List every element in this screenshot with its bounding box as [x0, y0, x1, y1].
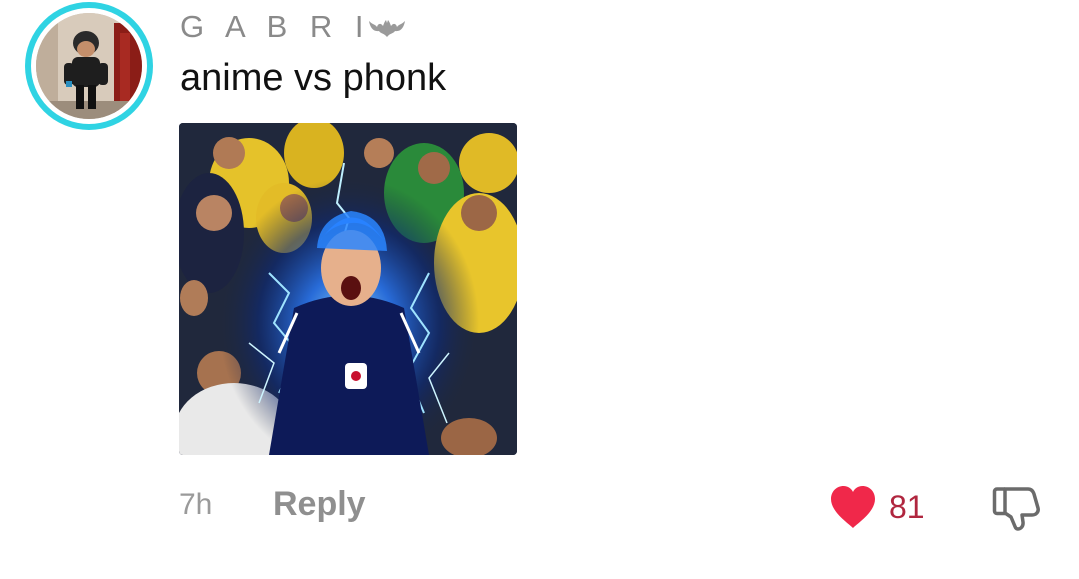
- avatar-image: [36, 13, 142, 119]
- thumbs-down-icon: [992, 487, 1040, 531]
- heart-icon: [828, 484, 878, 530]
- comment-text: anime vs phonk: [180, 57, 447, 99]
- username-row: G A B R I: [180, 9, 407, 45]
- avatar[interactable]: [36, 13, 142, 119]
- like-button[interactable]: 81: [828, 482, 925, 532]
- dislike-button[interactable]: [990, 484, 1044, 532]
- username[interactable]: G A B R I: [180, 9, 371, 45]
- like-count: 81: [889, 488, 925, 525]
- avatar-ring[interactable]: [25, 2, 153, 130]
- comment-image-art: [179, 123, 517, 455]
- reply-button[interactable]: Reply: [273, 485, 366, 524]
- comment-image[interactable]: [179, 123, 517, 455]
- bat-icon: [367, 15, 407, 39]
- comment-timestamp: 7h: [179, 488, 213, 521]
